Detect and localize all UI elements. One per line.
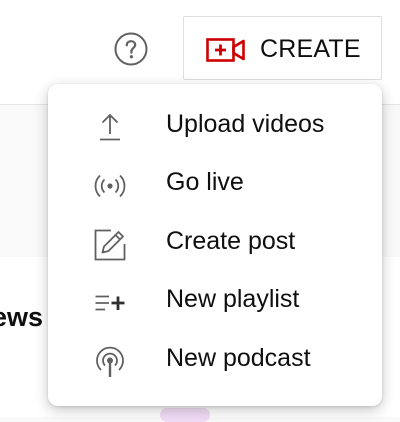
edit-post-icon <box>92 227 128 263</box>
menu-item-label: New podcast <box>166 344 311 372</box>
menu-item-create-post[interactable]: Create post <box>48 214 382 272</box>
menu-item-label: Go live <box>166 168 244 196</box>
help-button[interactable] <box>113 31 149 67</box>
menu-item-go-live[interactable]: Go live <box>48 155 382 213</box>
create-menu: Upload videos Go live Create post New pl… <box>48 84 382 406</box>
menu-item-label: New playlist <box>166 285 300 313</box>
menu-item-new-podcast[interactable]: New podcast <box>48 331 382 389</box>
upload-icon <box>92 110 128 146</box>
menu-item-label: Create post <box>166 227 296 255</box>
menu-item-new-playlist[interactable]: New playlist <box>48 272 382 330</box>
partial-chip <box>160 408 210 422</box>
partial-section-title: ews <box>0 302 44 332</box>
menu-item-label: Upload videos <box>166 110 325 138</box>
help-circle-icon <box>114 32 148 66</box>
broadcast-icon <box>92 168 128 204</box>
create-button-label: CREATE <box>260 35 361 63</box>
podcast-icon <box>92 344 128 380</box>
video-camera-add-icon <box>206 38 245 62</box>
create-button[interactable]: CREATE <box>183 16 382 80</box>
menu-item-upload-videos[interactable]: Upload videos <box>48 97 382 155</box>
playlist-add-icon <box>92 285 128 321</box>
